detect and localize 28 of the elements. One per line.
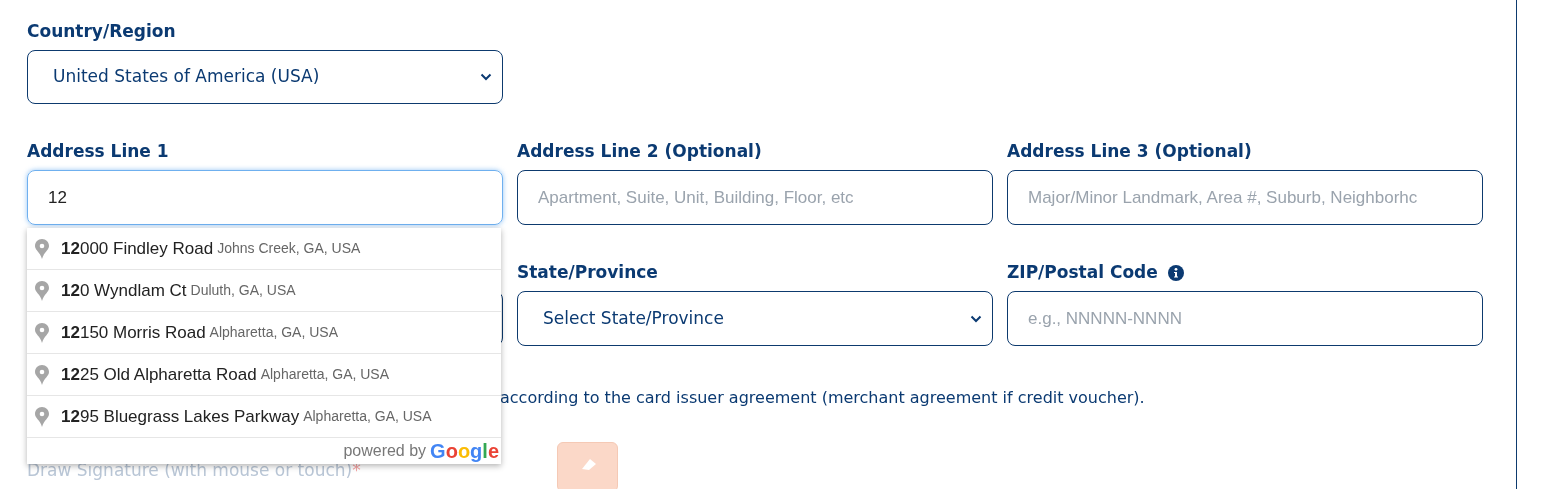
map-pin-icon (35, 364, 49, 385)
select-field[interactable]: Select State/Province (517, 291, 993, 346)
map-pin-icon (35, 322, 49, 343)
suggestion-item[interactable]: 120 Wyndlam Ct Duluth, GA, USA (27, 270, 501, 312)
input-field[interactable]: Major/Minor Landmark, Area #, Suburb, Neighborhc (1007, 170, 1483, 225)
suggestion-item[interactable]: 1225 Old Alpharetta Road Alpharetta, GA, USA (27, 354, 501, 396)
map-pin-icon (35, 238, 49, 259)
input-field[interactable]: e.g., NNNNN-NNNN (1007, 291, 1483, 346)
map-pin-icon (35, 406, 49, 427)
field-label: Address Line 2 (Optional) (517, 140, 762, 164)
suggestion-item[interactable]: 12150 Morris Road Alpharetta, GA, USA (27, 312, 501, 354)
field-label: ZIP/Postal Code (1007, 261, 1158, 285)
field-label: State/Province (517, 261, 658, 285)
input-field[interactable]: Apartment, Suite, Unit, Building, Floor, etc (517, 170, 993, 225)
field-label: Country/Region (27, 20, 176, 44)
map-pin-icon (35, 280, 49, 301)
select-field[interactable]: United States of America (USA) (27, 50, 503, 104)
chevron-down-icon (480, 73, 492, 81)
field-label: Address Line 1 (27, 140, 169, 164)
attribution-text: powered by (343, 441, 427, 461)
logo-text: Google (430, 439, 499, 464)
field-label: Address Line 3 (Optional) (1007, 140, 1252, 164)
suggestion-item[interactable]: 12000 Findley Road Johns Creek, GA, USA (27, 228, 501, 270)
agreement-text: according to the card issuer agreement (merchant agreement if credit voucher). (500, 388, 1145, 408)
chevron-down-icon (970, 314, 982, 323)
info-icon[interactable] (1167, 265, 1184, 281)
input-field[interactable]: 12 (27, 170, 503, 225)
suggestion-item[interactable]: 1295 Bluegrass Lakes Parkway Alpharetta, GA, USA (27, 396, 501, 438)
